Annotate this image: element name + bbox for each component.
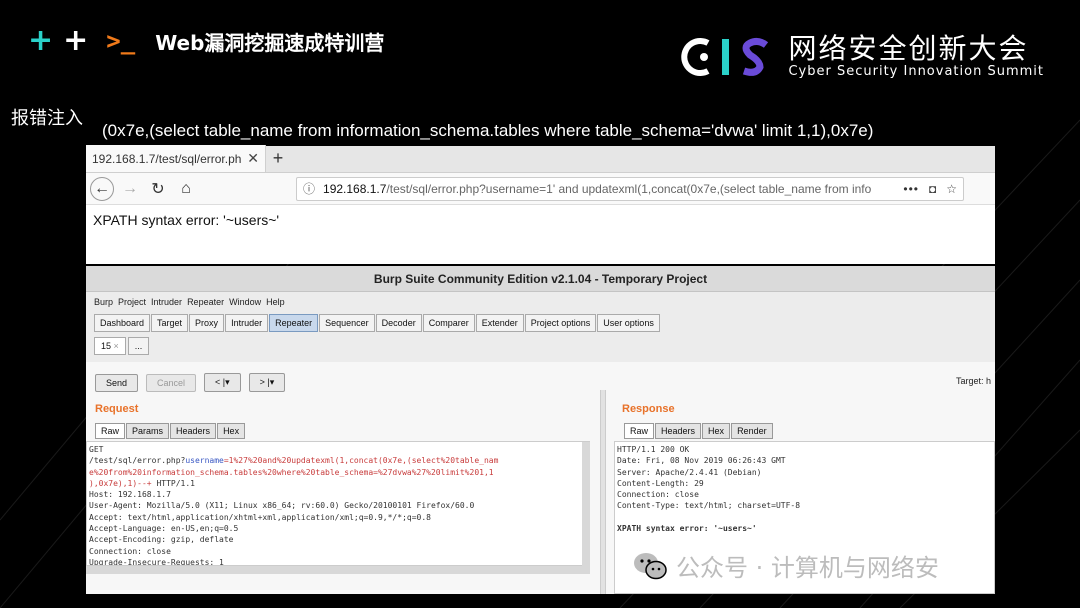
response-line: Server: Apache/2.4.41 (Debian) [617,467,762,477]
terminal-prompt-icon: >_ [106,27,136,55]
tab-user-options[interactable]: User options [597,314,660,332]
send-button[interactable]: Send [95,373,139,392]
request-tab-hex[interactable]: Hex [217,423,246,439]
request-title: Request [95,403,139,415]
response-line: Content-Length: 29 [617,478,704,488]
request-tab-params[interactable]: Params [126,423,170,439]
menu-item[interactable]: Help [266,297,285,307]
menu-item[interactable]: Project [118,297,146,307]
reload-icon[interactable]: ↻ [146,177,170,201]
response-tabs: Raw Headers Hex Render [624,423,774,439]
url-bar[interactable]: ⓘ 192.168.1.7/test/sql/error.php?usernam… [296,176,964,201]
pocket-icon[interactable]: ◘ [929,182,936,196]
logo-cn-text: 网络安全创新大会 [788,32,1029,65]
response-title: Response [622,403,675,415]
response-tab-render[interactable]: Render [731,423,773,439]
request-line: Host: 192.168.1.7 [89,490,171,500]
request-line: Upgrade-Insecure-Requests: 1 [89,557,224,566]
cis-logo-icon [681,37,769,76]
request-editor[interactable]: GET/test/sql/error.php?username=1%27%20a… [86,441,590,566]
browser-tabbar: 192.168.1.7/test/sql/error.ph ✕ + [86,145,995,173]
cancel-button[interactable]: Cancel [146,373,197,392]
browser-window: 192.168.1.7/test/sql/error.ph ✕ + ← → ↻ … [86,145,995,264]
tab-proxy[interactable]: Proxy [189,314,225,332]
close-icon[interactable]: × [114,341,119,351]
request-line: ),0x7e),1)--+ HTTP/1.1 [89,478,195,488]
burp-menubar: Burp Project Intruder Repeater Window He… [86,294,995,310]
repeater-subtabs: 15 × ... [86,337,995,355]
more-icon[interactable]: ••• [903,182,919,196]
burp-title: Burp Suite Community Edition v2.1.04 - T… [86,266,995,292]
course-title: Web漏洞挖掘速成特训营 [155,30,385,55]
request-line: Connection: close [89,546,171,556]
watermark-text: 公众号 · 计算机与网络安 [676,554,939,582]
request-line: Accept-Language: en-US,en;q=0.5 [89,524,239,534]
brand-bar: + + >_ Web漏洞挖掘速成特训营 [28,26,384,56]
url-host: 192.168.1.7 [323,181,387,196]
tab-target[interactable]: Target [151,314,189,332]
repeater-tab[interactable]: 15 × [94,337,126,355]
menu-item[interactable]: Burp [94,297,113,307]
new-tab-icon[interactable]: + [266,145,290,172]
browser-navbar: ← → ↻ ⌂ ⓘ 192.168.1.7/test/sql/error.php… [86,173,995,205]
back-history-button[interactable]: < |▾ [204,373,241,392]
payload-text: (0x7e,(select table_name from informatio… [102,121,874,140]
tab-sequencer[interactable]: Sequencer [319,314,375,332]
response-line: Date: Fri, 08 Nov 2019 06:26:43 GMT [617,456,786,466]
home-icon[interactable]: ⌂ [174,177,198,201]
logo-en-text: Cyber Security Innovation Summit [788,64,1044,79]
request-tabs: Raw Params Headers Hex [95,423,246,439]
request-tab-raw[interactable]: Raw [95,423,126,439]
burp-window: Burp Suite Community Edition v2.1.04 - T… [86,266,995,594]
menu-item[interactable]: Repeater [187,297,224,307]
response-tab-raw[interactable]: Raw [624,423,655,439]
tab-comparer[interactable]: Comparer [422,314,475,332]
request-line: User-Agent: Mozilla/5.0 (X11; Linux x86_… [89,501,475,511]
cis-logo: 网络安全创新大会 Cyber Security Innovation Summi… [678,34,1044,79]
response-tab-hex[interactable]: Hex [702,423,731,439]
browser-tab[interactable]: 192.168.1.7/test/sql/error.ph ✕ [86,145,266,172]
tab-extender[interactable]: Extender [475,314,524,332]
forward-arrow-icon[interactable]: → [118,177,142,201]
response-line: Connection: close [617,490,699,500]
tab-title: 192.168.1.7/test/sql/error.ph [92,151,242,166]
tab-decoder[interactable]: Decoder [375,314,422,332]
menu-item[interactable]: Intruder [151,297,182,307]
response-line: HTTP/1.1 200 OK [617,445,690,454]
menu-item[interactable]: Window [229,297,261,307]
tab-project-options[interactable]: Project options [524,314,597,332]
response-line: Content-Type: text/html; charset=UTF-8 [617,501,801,511]
repeater-actionbar: Send Cancel < |▾ > |▾ [86,362,995,392]
burp-tool-tabs: Dashboard Target Proxy Intruder Repeater… [86,314,995,332]
request-line: /test/sql/error.php?username=1%27%20and%… [89,456,499,466]
info-icon[interactable]: ⓘ [303,180,315,197]
tab-dashboard[interactable]: Dashboard [94,314,151,332]
wechat-watermark: 公众号 · 计算机与网络安 [632,548,939,583]
wechat-icon [634,552,667,579]
plus-icon: + [63,23,89,58]
star-icon[interactable]: ☆ [946,182,957,196]
forward-history-button[interactable]: > |▾ [248,373,286,392]
request-line: Accept-Encoding: gzip, deflate [89,535,234,545]
request-h-scrollbar[interactable] [86,566,590,574]
page-content: XPATH syntax error: '~users~' [93,212,280,228]
pane-divider[interactable] [600,390,606,594]
tab-repeater[interactable]: Repeater [269,314,319,332]
plus-icon: + [28,23,54,58]
response-tab-headers[interactable]: Headers [655,423,702,439]
close-icon[interactable]: ✕ [247,150,259,167]
repeater-tab-more[interactable]: ... [127,337,150,355]
request-tab-headers[interactable]: Headers [170,423,217,439]
request-line: GET [89,445,104,454]
tab-intruder[interactable]: Intruder [225,314,269,332]
response-body: XPATH syntax error: '~users~' [617,524,757,534]
request-line: Accept: text/html,application/xhtml+xml,… [89,512,431,522]
section-label: 报错注入 [11,108,83,129]
request-scrollbar[interactable] [582,442,590,566]
target-label[interactable]: Target: h [956,376,991,386]
url-path: /test/sql/error.php?username=1' and upda… [386,181,872,196]
repeater-tab-label: 15 [101,341,112,351]
request-line: e%20from%20information_schema.tables%20w… [89,467,494,477]
back-arrow-icon[interactable]: ← [90,176,114,201]
